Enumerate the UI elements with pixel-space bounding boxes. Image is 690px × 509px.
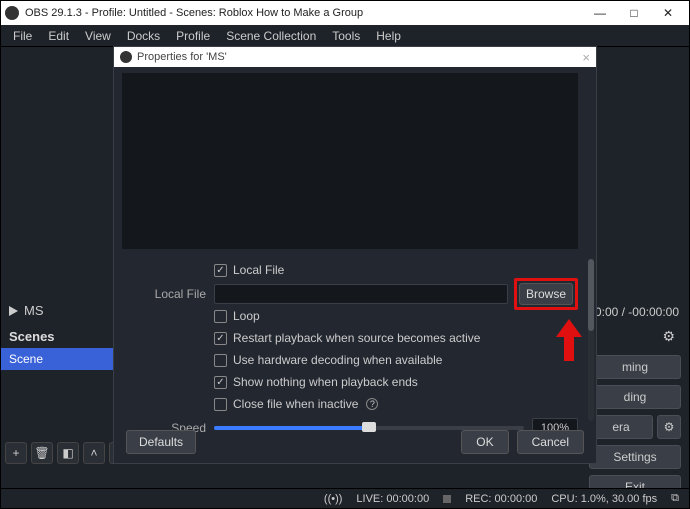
status-cpu: CPU: 1.0%, 30.00 fps: [551, 493, 657, 505]
restart-label: Restart playback when source becomes act…: [233, 331, 480, 345]
titlebar: OBS 29.1.3 - Profile: Untitled - Scenes:…: [1, 1, 689, 25]
menu-profile[interactable]: Profile: [168, 29, 218, 43]
right-btn-streaming[interactable]: ming: [589, 355, 681, 379]
loop-label: Loop: [233, 309, 260, 323]
dock-icon[interactable]: ⧉: [671, 492, 679, 505]
cancel-button[interactable]: Cancel: [517, 430, 584, 454]
dialog-title: Properties for 'MS': [137, 51, 227, 63]
menu-scene-collection[interactable]: Scene Collection: [218, 29, 324, 43]
trash-icon[interactable]: 🗑: [31, 442, 53, 464]
browse-highlight: Browse: [514, 278, 578, 310]
local-file-input[interactable]: [214, 284, 508, 304]
local-file-label: Local File: [114, 287, 214, 301]
scenes-item[interactable]: Scene: [1, 348, 119, 370]
close-inactive-checkbox[interactable]: [214, 398, 227, 411]
network-icon: ((•)): [324, 493, 343, 505]
hw-label: Use hardware decoding when available: [233, 353, 442, 367]
close-inactive-label: Close file when inactive: [233, 397, 358, 411]
gear-icon[interactable]: ⚙: [662, 328, 675, 345]
dialog-icon: [120, 51, 132, 63]
gear-icon[interactable]: ⚙: [657, 415, 681, 439]
scrollbar[interactable]: [588, 259, 594, 421]
properties-dialog: Properties for 'MS' × Local File Local F…: [113, 46, 597, 464]
help-icon[interactable]: ?: [366, 398, 378, 410]
dialog-titlebar[interactable]: Properties for 'MS' ×: [114, 47, 596, 67]
menu-help[interactable]: Help: [368, 29, 409, 43]
add-icon[interactable]: +: [5, 442, 27, 464]
show-nothing-label: Show nothing when playback ends: [233, 375, 418, 389]
filters-icon[interactable]: ◧: [57, 442, 79, 464]
play-icon[interactable]: [9, 306, 18, 316]
menu-view[interactable]: View: [77, 29, 119, 43]
right-btn-recording[interactable]: ding: [589, 385, 681, 409]
rec-indicator-icon: [443, 495, 451, 503]
right-btn-settings[interactable]: Settings: [589, 445, 681, 469]
right-btn-camera[interactable]: era: [589, 415, 653, 439]
ok-button[interactable]: OK: [461, 430, 508, 454]
close-button[interactable]: ✕: [651, 2, 685, 24]
app-icon: [5, 6, 19, 20]
window-title: OBS 29.1.3 - Profile: Untitled - Scenes:…: [25, 7, 363, 19]
local-file-chk-label: Local File: [233, 263, 284, 277]
local-file-checkbox[interactable]: [214, 264, 227, 277]
menubar: File Edit View Docks Profile Scene Colle…: [1, 25, 689, 47]
loop-checkbox[interactable]: [214, 310, 227, 323]
defaults-button[interactable]: Defaults: [126, 430, 196, 454]
hw-checkbox[interactable]: [214, 354, 227, 367]
restart-checkbox[interactable]: [214, 332, 227, 345]
minimize-button[interactable]: —: [583, 2, 617, 24]
scrollbar-thumb[interactable]: [588, 259, 594, 331]
browse-button[interactable]: Browse: [519, 283, 573, 305]
menu-edit[interactable]: Edit: [40, 29, 77, 43]
close-icon[interactable]: ×: [582, 50, 590, 65]
status-live: LIVE: 00:00:00: [356, 493, 429, 505]
maximize-button[interactable]: □: [617, 2, 651, 24]
chevron-up-icon[interactable]: ˄: [83, 442, 105, 464]
menu-tools[interactable]: Tools: [324, 29, 368, 43]
current-source-label: MS: [24, 303, 44, 318]
show-nothing-checkbox[interactable]: [214, 376, 227, 389]
statusbar: ((•)) LIVE: 00:00:00 REC: 00:00:00 CPU: …: [1, 488, 689, 508]
status-rec: REC: 00:00:00: [465, 493, 537, 505]
menu-file[interactable]: File: [5, 29, 40, 43]
video-preview: [122, 73, 578, 249]
controls-dock: MS: [1, 303, 131, 318]
menu-docks[interactable]: Docks: [119, 29, 168, 43]
scenes-header: Scenes: [1, 325, 119, 348]
